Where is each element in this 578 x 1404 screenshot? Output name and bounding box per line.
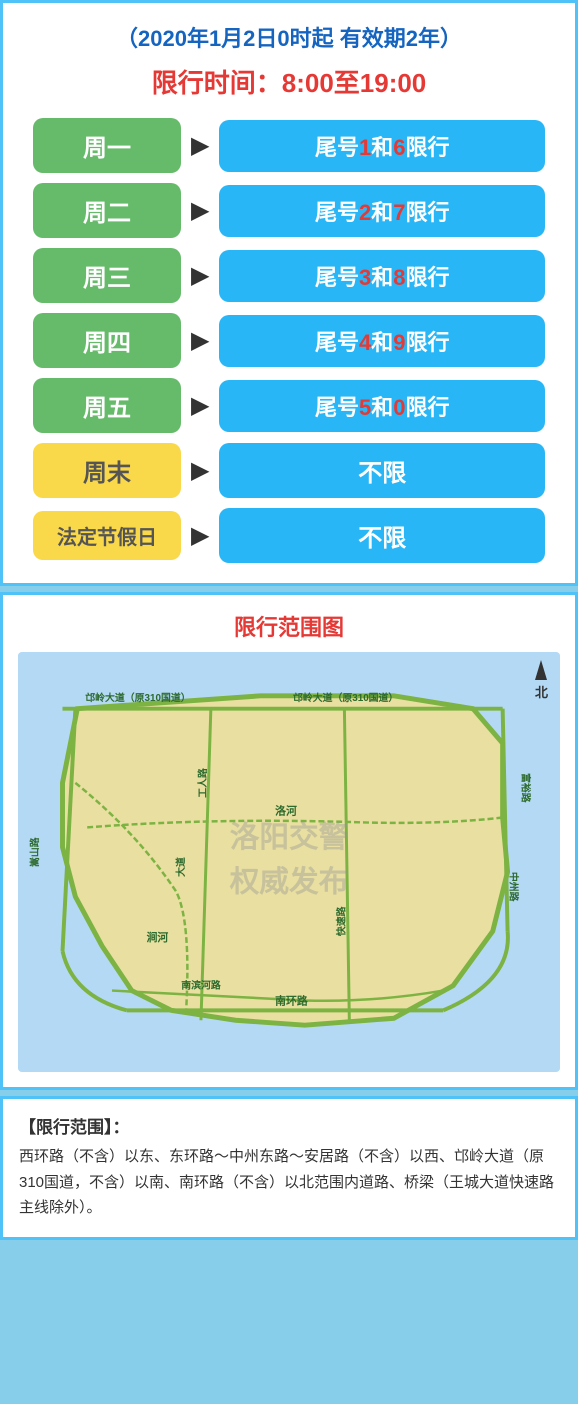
north-label: 北 xyxy=(535,682,548,701)
restriction-monday: 尾号1和6限行 xyxy=(219,120,545,172)
day-weekend: 周末 xyxy=(33,443,181,498)
num2-wednesday: 8 xyxy=(393,265,405,290)
restriction-wednesday: 尾号3和8限行 xyxy=(219,250,545,302)
svg-text:大道: 大道 xyxy=(174,857,187,877)
arrow-monday: ▶ xyxy=(191,131,209,160)
arrow-holiday: ▶ xyxy=(191,521,209,550)
svg-text:中州路: 中州路 xyxy=(508,872,521,902)
row-monday: 周一 ▶ 尾号1和6限行 xyxy=(33,118,545,173)
num1-friday: 5 xyxy=(359,395,371,420)
num1-wednesday: 3 xyxy=(359,265,371,290)
restriction-table: 周一 ▶ 尾号1和6限行 周二 ▶ 尾号2和7限行 周三 ▶ 尾号3和8限行 周… xyxy=(23,118,555,563)
day-monday: 周一 xyxy=(33,118,181,173)
north-arrow-icon xyxy=(535,660,547,680)
time-value: 8:00至19:00 xyxy=(282,68,427,98)
svg-text:洛阳交警: 洛阳交警 xyxy=(230,820,349,854)
map-section: 限行范围图 北 xyxy=(0,592,578,1090)
restriction-thursday: 尾号4和9限行 xyxy=(219,315,545,367)
arrow-tuesday: ▶ xyxy=(191,196,209,225)
row-wednesday: 周三 ▶ 尾号3和8限行 xyxy=(33,248,545,303)
row-friday: 周五 ▶ 尾号5和0限行 xyxy=(33,378,545,433)
row-thursday: 周四 ▶ 尾号4和9限行 xyxy=(33,313,545,368)
num2-monday: 6 xyxy=(393,135,405,160)
restriction-weekend: 不限 xyxy=(219,443,545,498)
row-tuesday: 周二 ▶ 尾号2和7限行 xyxy=(33,183,545,238)
map-title: 限行范围图 xyxy=(18,610,560,642)
svg-text:南滨河路: 南滨河路 xyxy=(181,979,221,992)
svg-text:权威发布: 权威发布 xyxy=(229,866,349,899)
arrow-friday: ▶ xyxy=(191,391,209,420)
day-tuesday: 周二 xyxy=(33,183,181,238)
arrow-weekend: ▶ xyxy=(191,456,209,485)
map-svg: 邙岭大道（原310国道） 邙岭大道（原310国道） 嵩山路 富裕路 工人路 大道… xyxy=(18,652,560,1072)
svg-text:快速路: 快速路 xyxy=(334,906,347,937)
svg-text:邙岭大道（原310国道）: 邙岭大道（原310国道） xyxy=(293,691,398,704)
page-title: （2020年1月2日0时起 有效期2年） xyxy=(23,21,555,53)
svg-text:嵩山路: 嵩山路 xyxy=(28,837,41,867)
restriction-friday: 尾号5和0限行 xyxy=(219,380,545,432)
num1-monday: 1 xyxy=(359,135,371,160)
svg-text:洛河: 洛河 xyxy=(275,804,297,818)
restriction-holiday: 不限 xyxy=(219,508,545,563)
day-friday: 周五 xyxy=(33,378,181,433)
arrow-thursday: ▶ xyxy=(191,326,209,355)
day-thursday: 周四 xyxy=(33,313,181,368)
arrow-wednesday: ▶ xyxy=(191,261,209,290)
num2-tuesday: 7 xyxy=(393,200,405,225)
svg-text:南环路: 南环路 xyxy=(275,993,308,1007)
svg-text:邙岭大道（原310国道）: 邙岭大道（原310国道） xyxy=(85,691,190,704)
restriction-tuesday: 尾号2和7限行 xyxy=(219,185,545,237)
time-label: 限行时间： xyxy=(152,68,282,98)
north-indicator: 北 xyxy=(535,660,548,701)
num1-tuesday: 2 xyxy=(359,200,371,225)
row-weekend: 周末 ▶ 不限 xyxy=(33,443,545,498)
num2-friday: 0 xyxy=(393,395,405,420)
svg-text:富裕路: 富裕路 xyxy=(519,773,532,803)
day-holiday: 法定节假日 xyxy=(33,511,181,560)
svg-text:涧河: 涧河 xyxy=(147,930,169,944)
time-bar: 限行时间：8:00至19:00 xyxy=(23,63,555,100)
svg-text:工人路: 工人路 xyxy=(196,768,209,798)
row-holiday: 法定节假日 ▶ 不限 xyxy=(33,508,545,563)
day-wednesday: 周三 xyxy=(33,248,181,303)
map-container: 北 xyxy=(18,652,560,1072)
restriction-area-title: 【限行范围】： xyxy=(19,1113,559,1138)
top-section: （2020年1月2日0时起 有效期2年） 限行时间：8:00至19:00 周一 … xyxy=(0,0,578,586)
restriction-area-text: 西环路（不含）以东、东环路～中州东路～安居路（不含）以西、邙岭大道（原310国道… xyxy=(19,1144,559,1221)
num2-thursday: 9 xyxy=(393,330,405,355)
num1-thursday: 4 xyxy=(359,330,371,355)
bottom-section: 【限行范围】： 西环路（不含）以东、东环路～中州东路～安居路（不含）以西、邙岭大… xyxy=(0,1096,578,1240)
